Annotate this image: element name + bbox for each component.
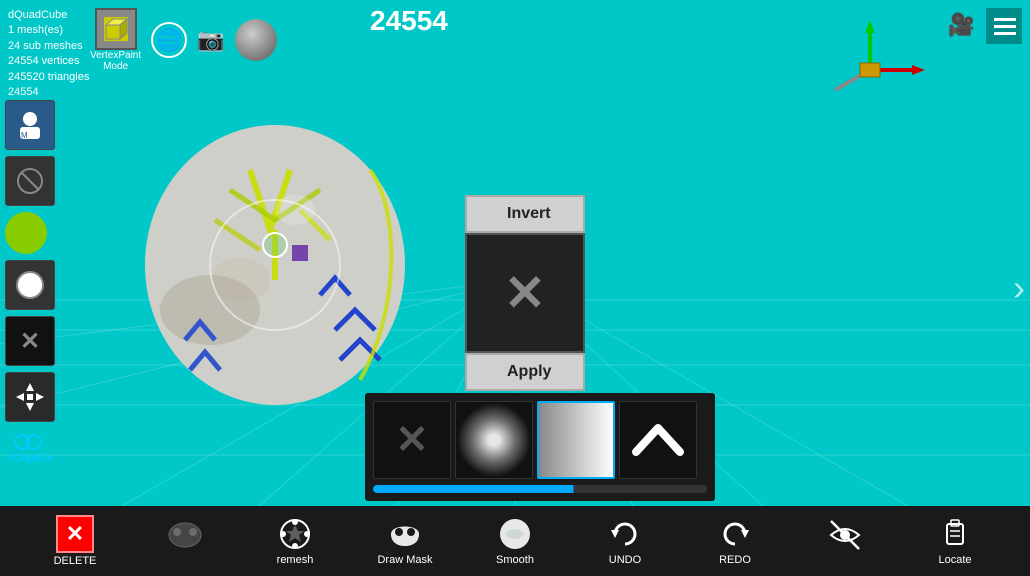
- vertex-paint-icon[interactable]: [95, 8, 137, 50]
- objects-button[interactable]: +Objects: [5, 432, 55, 464]
- character-tool[interactable]: M: [5, 100, 55, 150]
- erase-tool[interactable]: ✕: [5, 316, 55, 366]
- invert-x-mark: ✕: [504, 264, 546, 322]
- bottom-toolbar: ✕ DELETE ... remesh Draw Mask: [0, 506, 1030, 576]
- sub-meshes: 24 sub meshes: [8, 39, 89, 54]
- smoke-brush-preview: [457, 403, 531, 477]
- smooth-tool[interactable]: Smooth: [485, 516, 545, 566]
- hamburger-menu[interactable]: [986, 8, 1022, 44]
- redo-label: REDO: [719, 554, 751, 566]
- brush-panel: ✕: [365, 393, 715, 501]
- mask-preview-tool[interactable]: ...: [155, 521, 215, 562]
- brush-gradient[interactable]: [537, 401, 615, 479]
- remesh-label: remesh: [277, 554, 314, 566]
- draw-mask-tool[interactable]: Draw Mask: [375, 516, 435, 566]
- delete-icon: ✕: [56, 515, 94, 553]
- redo-tool[interactable]: REDO: [705, 516, 765, 566]
- apply-button[interactable]: Apply: [465, 353, 585, 391]
- camera-icon[interactable]: 📷: [197, 27, 224, 53]
- hide-tool[interactable]: ...: [815, 517, 875, 566]
- move-tool[interactable]: [5, 372, 55, 422]
- svg-text:M: M: [21, 131, 28, 140]
- brush-x-symbol: ✕: [395, 417, 429, 463]
- cube-icon: [102, 15, 130, 43]
- locate-label: Locate: [938, 554, 971, 566]
- ham-line-1: [994, 18, 1016, 21]
- brush-chevron[interactable]: [619, 401, 697, 479]
- white-brush-tool[interactable]: [5, 260, 55, 310]
- ham-line-3: [994, 32, 1016, 35]
- app-title: dQuadCube: [8, 8, 89, 23]
- vertex-count: 24554: [8, 85, 89, 100]
- triangles: 245520 triangles: [8, 70, 89, 85]
- gizmo: [810, 15, 930, 105]
- mesh-count: 1 mesh(es): [8, 23, 89, 38]
- brush-erase[interactable]: ✕: [373, 401, 451, 479]
- objects-label: +Objects: [7, 452, 54, 464]
- color-tool[interactable]: [5, 212, 47, 254]
- counter-display: 24554: [370, 5, 448, 37]
- invert-preview: ✕: [465, 233, 585, 353]
- vertex-paint-block[interactable]: VertexPaint Mode: [90, 8, 141, 72]
- vertex-paint-label: VertexPaint: [90, 50, 141, 61]
- ham-line-2: [994, 25, 1016, 28]
- undo-tool[interactable]: UNDO: [595, 516, 655, 566]
- top-icons-bar: VertexPaint Mode 🌐 📷: [90, 8, 277, 72]
- camera-video-icon[interactable]: 🎥: [948, 12, 975, 38]
- mode-label: Mode: [103, 61, 128, 72]
- globe-icon[interactable]: 🌐: [151, 22, 187, 58]
- smooth-label: Smooth: [496, 554, 534, 566]
- delete-label: DELETE: [54, 555, 97, 567]
- sphere-preview[interactable]: [235, 19, 277, 61]
- vertices: 24554 vertices: [8, 54, 89, 69]
- remesh-tool[interactable]: remesh: [265, 516, 325, 566]
- left-sidebar: M ✕ +Objects: [5, 100, 55, 464]
- right-arrow[interactable]: ›: [1013, 267, 1025, 309]
- undo-label: UNDO: [609, 554, 641, 566]
- top-left-info: dQuadCube 1 mesh(es) 24 sub meshes 24554…: [8, 8, 89, 100]
- invert-panel: Invert ✕ Apply: [465, 195, 585, 391]
- locate-tool[interactable]: Locate: [925, 516, 985, 566]
- gradient-brush-preview: [539, 403, 613, 477]
- head-3d-object: [120, 110, 440, 410]
- brush-row: ✕: [373, 401, 707, 479]
- draw-mask-label: Draw Mask: [377, 554, 432, 566]
- invert-button[interactable]: Invert: [465, 195, 585, 233]
- delete-tool[interactable]: ✕ DELETE: [45, 515, 105, 567]
- no-tool[interactable]: [5, 156, 55, 206]
- brush-slider[interactable]: [373, 485, 707, 493]
- brush-smoke[interactable]: [455, 401, 533, 479]
